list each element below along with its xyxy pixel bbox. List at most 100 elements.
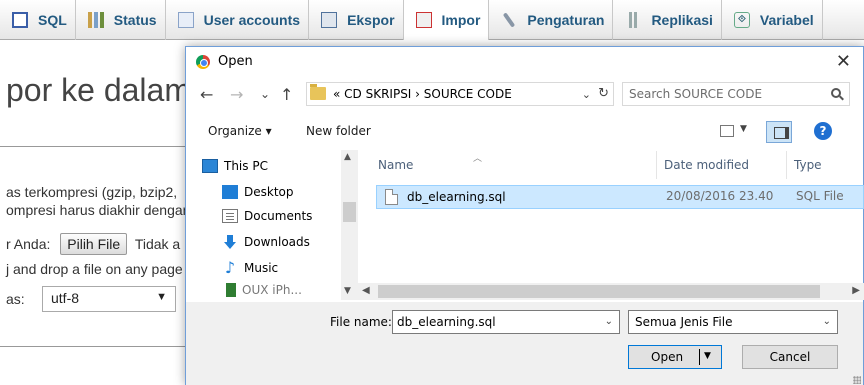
tab-ekspor[interactable]: Ekspor (309, 0, 404, 40)
refresh-icon[interactable]: ↻ (598, 86, 609, 101)
tab-label: Impor (441, 12, 481, 28)
file-name-field[interactable]: ⌄ (392, 310, 620, 334)
scroll-thumb[interactable] (378, 285, 820, 298)
tree-item-label: Desktop (244, 185, 294, 199)
divider (0, 346, 185, 347)
address-path: « CD SKRIPSI › SOURCE CODE (333, 87, 512, 101)
desktop-icon (222, 185, 238, 199)
up-arrow-icon[interactable]: ↑ (280, 85, 293, 104)
tree-item-desktop[interactable]: Desktop (222, 180, 294, 204)
file-icon (385, 189, 398, 205)
file-name-input[interactable] (397, 315, 587, 329)
drag-drop-hint: j and drop a file on any page (6, 261, 183, 277)
address-bar[interactable]: « CD SKRIPSI › SOURCE CODE ⌄ ↻ (306, 82, 614, 106)
organize-button[interactable]: Organize ▾ (208, 124, 272, 138)
charset-value: utf-8 (51, 290, 80, 306)
tree-item-partial[interactable]: OUX iPh... (226, 278, 302, 300)
file-upload-row: r Anda: Pilih File Tidak a (6, 233, 180, 255)
resize-grip-icon[interactable] (853, 376, 861, 384)
dialog-footer: File name: ⌄ Semua Jenis File ⌄ Open ▼ C… (186, 302, 863, 385)
no-file-chosen-text: Tidak a (134, 236, 181, 252)
tab-label: Ekspor (347, 12, 395, 28)
tree-item-label: This PC (224, 159, 268, 173)
close-icon[interactable]: ✕ (836, 51, 851, 72)
open-file-dialog: Open ✕ ← → ⌄ ↑ « CD SKRIPSI › SOURCE COD… (185, 46, 864, 385)
pc-icon (202, 159, 218, 173)
compression-note-line-2: ompresi harus diakhir dengan (6, 202, 191, 218)
chevron-down-icon: ⌄ (822, 316, 831, 327)
tab-label: Status (113, 12, 157, 28)
documents-icon (222, 209, 238, 223)
cancel-button[interactable]: Cancel (742, 345, 838, 369)
view-dropdown-icon[interactable]: ▼ (740, 124, 747, 134)
tab-label: Pengaturan (527, 12, 605, 28)
file-date-modified: 20/08/2016 23.40 (666, 189, 774, 203)
forward-arrow-icon[interactable]: → (230, 85, 243, 104)
file-row[interactable]: db_elearning.sql (376, 185, 864, 209)
file-upload-label: r Anda: (6, 236, 51, 252)
scroll-right-icon[interactable]: ▶ (852, 285, 860, 296)
folder-icon (226, 283, 236, 297)
search-input[interactable] (629, 87, 819, 101)
tab-sql[interactable]: SQL (0, 0, 76, 40)
scroll-left-icon[interactable]: ◀ (362, 285, 370, 296)
preview-pane-button[interactable] (766, 121, 792, 143)
column-date-modified[interactable]: Date modified (664, 158, 749, 172)
file-type: SQL File (796, 189, 844, 203)
chevron-down-icon[interactable]: ⌄ (582, 88, 591, 101)
column-name[interactable]: Name (378, 158, 413, 172)
search-icon (831, 88, 841, 98)
search-box[interactable] (622, 82, 850, 106)
charset-label: as: (6, 291, 25, 307)
sql-icon (12, 12, 28, 28)
scroll-thumb[interactable] (343, 202, 356, 222)
choose-file-button[interactable]: Pilih File (60, 233, 128, 255)
tab-replikasi[interactable]: Replikasi (613, 0, 722, 40)
dialog-titlebar[interactable]: Open ✕ (186, 47, 863, 77)
navigation-bar: ← → ⌄ ↑ « CD SKRIPSI › SOURCE CODE ⌄ ↻ (186, 79, 863, 109)
column-separator[interactable] (656, 151, 657, 179)
charset-select[interactable]: utf-8 ▼ (42, 286, 176, 312)
tree-item-label: OUX iPh... (242, 283, 302, 297)
new-folder-button[interactable]: New folder (306, 124, 371, 138)
import-icon (415, 12, 432, 28)
replication-icon (625, 12, 641, 28)
open-button[interactable]: Open ▼ (628, 345, 722, 369)
view-options-icon[interactable] (720, 125, 734, 137)
recent-locations-icon[interactable]: ⌄ (260, 87, 270, 101)
file-name: db_elearning.sql (407, 190, 506, 204)
tree-item-this-pc[interactable]: This PC (202, 154, 268, 178)
tree-item-music[interactable]: ♪ Music (222, 256, 278, 280)
tab-pengaturan[interactable]: Pengaturan (489, 0, 614, 40)
scroll-down-icon[interactable]: ▼ (344, 286, 351, 296)
compression-note-line-1: as terkompresi (gzip, bzip2, (6, 184, 178, 200)
open-dropdown-icon[interactable]: ▼ (704, 351, 711, 361)
tree-item-downloads[interactable]: Downloads (222, 230, 310, 254)
file-list-scrollbar[interactable]: ◀ ▶ (358, 283, 864, 300)
sort-ascending-icon: ︿ (473, 154, 483, 164)
downloads-icon (222, 235, 238, 249)
column-type[interactable]: Type (794, 158, 822, 172)
file-list-header: ︿ Name Date modified Type (370, 151, 864, 179)
chrome-icon (196, 55, 210, 69)
tab-variabel[interactable]: ⟐ Variabel (722, 0, 823, 40)
dialog-toolbar: Organize ▾ New folder ▼ ? (186, 117, 863, 147)
tab-user-accounts[interactable]: User accounts (166, 0, 310, 40)
scroll-up-icon[interactable]: ▲ (344, 152, 351, 162)
column-separator[interactable] (786, 151, 787, 179)
tab-status[interactable]: Status (76, 0, 166, 40)
pma-tab-bar: SQL Status User accounts Ekspor Impor Pe… (0, 0, 864, 40)
caret-down-icon: ▼ (156, 291, 167, 303)
music-icon: ♪ (224, 258, 236, 277)
navigation-scrollbar[interactable]: ▲ ▼ (341, 150, 358, 300)
divider (0, 146, 185, 147)
file-type-select[interactable]: Semua Jenis File ⌄ (628, 310, 838, 334)
chevron-down-icon[interactable]: ⌄ (605, 316, 613, 327)
help-icon[interactable]: ? (814, 122, 832, 140)
file-name-label: File name: (330, 315, 392, 329)
export-icon (321, 12, 338, 28)
tree-item-documents[interactable]: Documents (222, 204, 312, 228)
back-arrow-icon[interactable]: ← (200, 85, 213, 104)
navigation-pane: This PC Desktop Documents Downloads ♪ Mu… (186, 150, 358, 300)
tab-impor[interactable]: Impor (403, 0, 490, 40)
